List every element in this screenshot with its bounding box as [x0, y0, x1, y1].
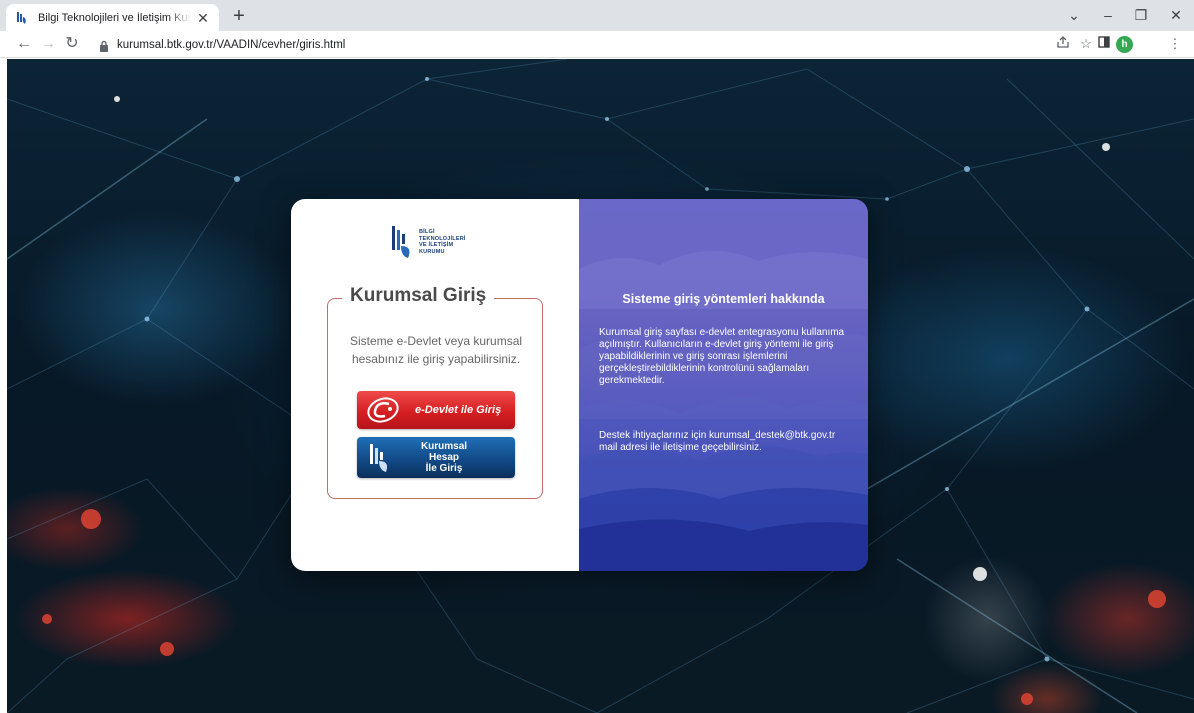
btk-favicon-icon	[14, 10, 30, 26]
kurumsal-login-button[interactable]: Kurumsal Hesap İle Giriş	[357, 437, 515, 478]
logo-text: BİLGİ TEKNOLOJİLERİ VE İLETİŞİM KURUMU	[419, 229, 466, 255]
profile-avatar[interactable]: h	[1116, 36, 1133, 53]
browser-tab[interactable]: Bilgi Teknolojileri ve İletişim Kurumu ✕	[6, 4, 219, 31]
window-close-icon[interactable]: ✕	[1166, 6, 1186, 24]
btk-logo-icon	[392, 226, 410, 258]
login-description: Sisteme e-Devlet veya kurumsal hesabınız…	[349, 334, 523, 366]
menu-icon[interactable]: ⋮	[1166, 35, 1184, 53]
kurumsal-button-label: Kurumsal Hesap İle Giriş	[409, 441, 479, 474]
tab-bar: Bilgi Teknolojileri ve İletişim Kurumu ✕…	[0, 0, 1194, 31]
info-text: Kurumsal giriş sayfası e-devlet entegras…	[599, 327, 845, 386]
info-panel: Sisteme giriş yöntemleri hakkında Kurums…	[579, 199, 868, 571]
back-icon[interactable]: ←	[14, 34, 34, 54]
share-icon[interactable]	[1054, 35, 1072, 53]
info-contact: Destek ihtiyaçlarınız için kurumsal_dest…	[599, 430, 836, 453]
address-bar[interactable]: kurumsal.btk.gov.tr/VAADIN/cevher/giris.…	[91, 33, 1101, 56]
url-text: kurumsal.btk.gov.tr/VAADIN/cevher/giris.…	[117, 38, 346, 51]
tab-search-icon[interactable]: ⌄	[1064, 6, 1084, 24]
new-tab-button[interactable]: +	[228, 5, 250, 27]
browser-toolbar: ← → ↻ kurumsal.btk.gov.tr/VAADIN/cevher/…	[0, 31, 1194, 58]
kurumsal-button-line: Kurumsal Hesap	[420, 441, 468, 463]
restore-icon[interactable]: ❐	[1131, 6, 1151, 24]
logo-line: KURUMU	[419, 248, 445, 255]
info-title: Sisteme giriş yöntemleri hakkında	[622, 292, 825, 306]
btk-logo: BİLGİ TEKNOLOJİLERİ VE İLETİŞİM KURUMU	[391, 221, 481, 263]
lock-icon[interactable]	[99, 39, 109, 52]
kurumsal-button-line: İle Giriş	[425, 463, 463, 474]
edevlet-logo-icon	[367, 397, 399, 423]
reload-icon[interactable]: ↻	[62, 34, 82, 54]
edevlet-login-button[interactable]: e-Devlet ile Giriş	[357, 391, 515, 429]
page-background: BİLGİ TEKNOLOJİLERİ VE İLETİŞİM KURUMU K…	[7, 59, 1194, 713]
login-fieldset: Kurumsal Giriş Sisteme e-Devlet veya kur…	[327, 285, 543, 499]
tab-title: Bilgi Teknolojileri ve İletişim Kurumu	[38, 11, 191, 24]
tab-close-icon[interactable]: ✕	[195, 10, 211, 26]
login-panel: BİLGİ TEKNOLOJİLERİ VE İLETİŞİM KURUMU K…	[291, 199, 579, 571]
edevlet-button-label: e-Devlet ile Giriş	[415, 404, 502, 416]
minimize-icon[interactable]: –	[1098, 6, 1118, 24]
login-card: BİLGİ TEKNOLOJİLERİ VE İLETİŞİM KURUMU K…	[291, 199, 868, 571]
side-panel-icon[interactable]	[1095, 35, 1113, 53]
login-title: Kurumsal Giriş	[342, 285, 495, 307]
bookmark-star-icon[interactable]: ☆	[1077, 35, 1095, 53]
forward-icon[interactable]: →	[38, 34, 58, 54]
btk-button-logo-icon	[370, 443, 388, 472]
